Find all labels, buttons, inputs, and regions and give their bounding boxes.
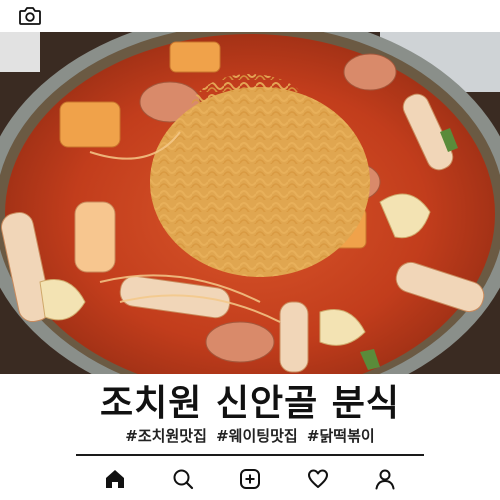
- hashtag-link[interactable]: #웨이팅맛집: [216, 427, 298, 445]
- food-photo: [0, 32, 500, 374]
- nav-profile-button[interactable]: [372, 466, 398, 492]
- home-icon: [106, 470, 124, 488]
- camera-button[interactable]: [18, 5, 42, 27]
- nav-add-button[interactable]: [237, 466, 263, 492]
- heart-icon: [307, 469, 328, 488]
- camera-icon: [19, 7, 41, 25]
- nav-activity-button[interactable]: [305, 466, 331, 492]
- tteokbokki-image: [0, 32, 500, 374]
- add-post-icon: [240, 469, 260, 489]
- hashtag-link[interactable]: #조치원맛집: [125, 427, 207, 445]
- search-icon: [173, 469, 193, 490]
- nav-search-button[interactable]: [170, 466, 196, 492]
- nav-divider: [76, 454, 424, 456]
- top-bar: [0, 0, 500, 32]
- caption: 조치원 신안골 분식 #조치원맛집 #웨이팅맛집 #닭떡볶이: [0, 374, 500, 454]
- hashtag-list: #조치원맛집 #웨이팅맛집 #닭떡볶이: [0, 426, 500, 446]
- bottom-nav: [76, 462, 424, 496]
- post-title: 조치원 신안골 분식: [99, 383, 401, 424]
- profile-icon: [375, 469, 395, 490]
- nav-home-button[interactable]: [102, 466, 128, 492]
- post-frame: 조치원 신안골 분식 #조치원맛집 #웨이팅맛집 #닭떡볶이: [0, 0, 500, 500]
- hashtag-link[interactable]: #닭떡볶이: [307, 427, 375, 445]
